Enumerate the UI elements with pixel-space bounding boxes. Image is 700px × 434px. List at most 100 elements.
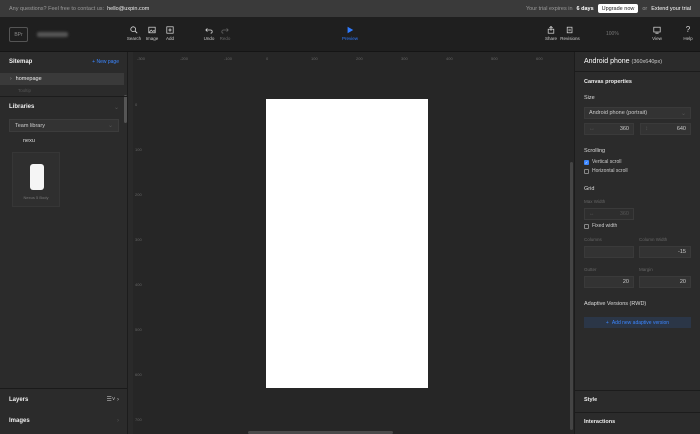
gutter-input[interactable]: 20: [584, 276, 634, 288]
images-section[interactable]: Images ›: [9, 418, 119, 424]
fixed-width-checkbox[interactable]: Fixed width: [584, 223, 617, 229]
ruler-tick: -200: [180, 56, 189, 61]
preview-label: Preview: [341, 36, 358, 41]
new-page-button[interactable]: + New page: [92, 59, 119, 65]
layers-section[interactable]: Layers ☰˅ ›: [9, 396, 119, 404]
sitemap-subpage[interactable]: Tooltip: [18, 88, 31, 93]
share-icon: [547, 26, 555, 34]
view-button[interactable]: View: [646, 26, 668, 41]
view-label: View: [652, 36, 662, 41]
columns-input[interactable]: [584, 246, 634, 258]
canvas-properties-title: Canvas properties: [584, 79, 632, 85]
undo-label: Undo: [203, 36, 215, 41]
or-text: or: [642, 5, 648, 12]
ruler-tick: 600: [135, 372, 142, 377]
redo-button[interactable]: Redo: [214, 26, 236, 41]
library-element-card[interactable]: Nexus 5 Body: [12, 152, 60, 207]
checkbox-icon: [584, 223, 589, 229]
ruler-tick: 700: [135, 417, 142, 422]
help-icon: ?: [685, 25, 691, 34]
gutter-label: Gutter: [584, 267, 597, 272]
add-adaptive-version-button[interactable]: + Add new adaptive version: [584, 317, 691, 328]
height-input[interactable]: ↕ 640: [640, 123, 691, 135]
divider: [575, 390, 700, 391]
extend-trial-link[interactable]: Extend your trial: [651, 6, 691, 12]
libraries-header: Libraries ⌄: [9, 104, 119, 111]
horizontal-ruler: -300 -200 -100 0 100 200 300 400 500 600: [133, 52, 574, 62]
canvas-vertical-scrollbar[interactable]: [570, 162, 573, 430]
trial-days: 6 days: [576, 5, 594, 12]
layers-list-icon[interactable]: ☰˅ ›: [106, 396, 119, 403]
revisions-button[interactable]: Revisions: [559, 26, 581, 41]
vertical-scroll-checkbox[interactable]: ✓ Vertical scroll: [584, 159, 621, 165]
library-select-value: Team library: [15, 122, 45, 129]
play-icon: [347, 26, 354, 34]
revisions-icon: [566, 26, 573, 34]
margin-value: 20: [679, 279, 686, 285]
adaptive-versions-title: Adaptive Versions (RWD): [584, 301, 647, 307]
width-value: 360: [619, 126, 629, 132]
ruler-tick: 100: [135, 147, 142, 152]
chevron-right-icon: ›: [117, 418, 119, 424]
interactions-section[interactable]: Interactions: [584, 419, 615, 425]
size-select-value: Android phone (portrait): [589, 110, 648, 116]
image-label: Image: [145, 36, 159, 41]
left-panel: Sitemap + New page › homepage Tooltip Li…: [0, 52, 128, 434]
contact-email-link[interactable]: hello@uxpin.com: [107, 6, 149, 12]
divider: [575, 412, 700, 413]
column-width-label: Column Width: [639, 237, 668, 242]
ruler-tick: 100: [311, 56, 318, 61]
redo-label: Redo: [219, 36, 231, 41]
share-label: Share: [544, 36, 557, 41]
help-button[interactable]: ? Help: [677, 25, 699, 42]
max-width-input[interactable]: ↔ 360: [584, 208, 634, 220]
plus-icon: +: [605, 319, 609, 326]
ruler-tick: 400: [446, 56, 453, 61]
max-width-label: Max Width: [584, 199, 606, 204]
library-card-label: Nexus 5 Body: [23, 195, 49, 200]
undo-icon: [205, 28, 213, 34]
collapse-icon[interactable]: ⌄: [114, 104, 119, 111]
divider: [575, 71, 700, 72]
trial-info: Your trial expires in 6 days Upgrade now…: [526, 4, 691, 13]
phone-thumbnail-icon: [30, 164, 44, 190]
images-title: Images: [9, 418, 30, 424]
revisions-label: Revisions: [560, 36, 580, 41]
size-select[interactable]: Android phone (portrait) ⌄: [584, 107, 691, 119]
style-section[interactable]: Style: [584, 397, 597, 403]
sitemap-header: Sitemap + New page: [9, 59, 119, 65]
sitemap-page-homepage[interactable]: › homepage: [0, 73, 124, 85]
search-icon: [130, 26, 138, 34]
ruler-tick: 300: [401, 56, 408, 61]
add-button[interactable]: Add: [159, 26, 181, 41]
upgrade-button[interactable]: Upgrade now: [597, 4, 639, 13]
fixed-width-label: Fixed width: [592, 223, 618, 229]
horizontal-scroll-checkbox[interactable]: Horizontal scroll: [584, 168, 628, 174]
view-icon: [653, 26, 661, 34]
margin-label: Margin: [639, 267, 653, 272]
contact-text: Any questions? Feel free to contact us:: [9, 5, 105, 12]
zoom-level[interactable]: 100%: [606, 31, 619, 37]
max-width-value: 360: [619, 211, 629, 217]
margin-input[interactable]: 20: [639, 276, 691, 288]
announcement-bar: Any questions? Feel free to contact us: …: [0, 0, 700, 17]
add-label: Add: [165, 36, 174, 41]
width-input[interactable]: ↔ 360: [584, 123, 634, 135]
vertical-scroll-label: Vertical scroll: [592, 159, 622, 165]
artboard-android-phone[interactable]: [266, 99, 428, 388]
preview-button[interactable]: Preview: [339, 26, 361, 41]
ruler-tick: -100: [224, 56, 233, 61]
column-width-input[interactable]: -15: [639, 246, 691, 258]
project-avatar[interactable]: BPr: [9, 27, 28, 42]
main-toolbar: BPr Search Image Add Undo Redo Preview S…: [0, 17, 700, 52]
ruler-tick: 500: [135, 327, 142, 332]
library-item-nexu[interactable]: nexu: [9, 135, 119, 146]
gutter-value: 20: [622, 279, 629, 285]
sitemap-scrollbar[interactable]: [124, 95, 127, 123]
libraries-title: Libraries: [9, 104, 35, 110]
ruler-tick: 300: [135, 237, 142, 242]
project-name-blurred[interactable]: [37, 32, 68, 37]
library-select[interactable]: Team library ⌄: [9, 119, 119, 132]
chevron-right-icon: ›: [10, 76, 12, 82]
image-icon: [148, 26, 156, 34]
